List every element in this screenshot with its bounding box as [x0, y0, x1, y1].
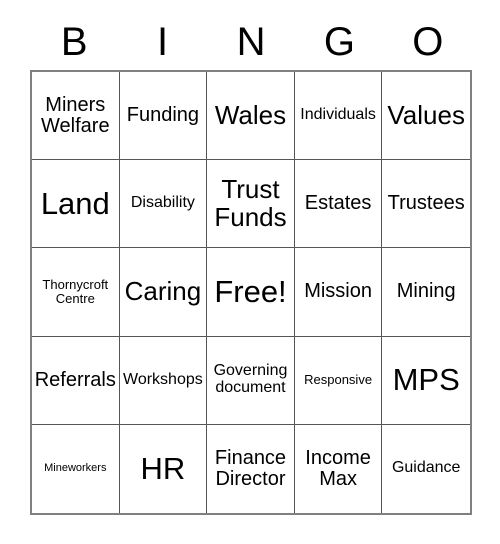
bingo-cell[interactable]: Estates: [294, 160, 383, 249]
header-letter-g: G: [323, 20, 355, 64]
bingo-cell[interactable]: Funding: [119, 72, 208, 161]
header-letter-i: I: [157, 20, 169, 64]
bingo-cell[interactable]: HR: [119, 424, 208, 513]
bingo-cell[interactable]: Land: [32, 160, 120, 249]
bingo-cell[interactable]: Caring: [119, 248, 208, 337]
bingo-cell[interactable]: Disability: [119, 160, 208, 249]
bingo-cell[interactable]: Governing document: [207, 336, 295, 425]
bingo-cell[interactable]: Wales: [207, 72, 295, 161]
bingo-cell[interactable]: Referrals: [32, 336, 120, 425]
bingo-cell[interactable]: Finance Director: [207, 424, 295, 513]
bingo-cell[interactable]: Individuals: [294, 72, 383, 161]
bingo-grid: Miners Welfare Funding Wales Individuals…: [30, 70, 472, 515]
bingo-cell[interactable]: Income Max: [294, 424, 383, 513]
bingo-cell-free[interactable]: Free!: [207, 248, 295, 337]
bingo-cell[interactable]: Mineworkers: [32, 424, 120, 513]
bingo-cell[interactable]: Miners Welfare: [32, 72, 120, 161]
bingo-cell[interactable]: Values: [382, 72, 470, 161]
bingo-cell[interactable]: MPS: [382, 336, 470, 425]
header-letter-n: N: [236, 20, 266, 64]
bingo-cell[interactable]: Workshops: [119, 336, 208, 425]
bingo-cell[interactable]: Trust Funds: [207, 160, 295, 249]
bingo-header: B I N G O: [30, 14, 472, 70]
header-letter-o: O: [412, 20, 444, 64]
bingo-cell[interactable]: Trustees: [382, 160, 470, 249]
bingo-cell[interactable]: Mission: [294, 248, 383, 337]
bingo-cell[interactable]: Thornycroft Centre: [32, 248, 120, 337]
bingo-cell[interactable]: Guidance: [382, 424, 470, 513]
bingo-cell[interactable]: Responsive: [294, 336, 383, 425]
header-letter-b: B: [60, 20, 88, 64]
bingo-cell[interactable]: Mining: [382, 248, 470, 337]
bingo-card: B I N G O Miners Welfare Funding Wales I…: [0, 0, 500, 544]
